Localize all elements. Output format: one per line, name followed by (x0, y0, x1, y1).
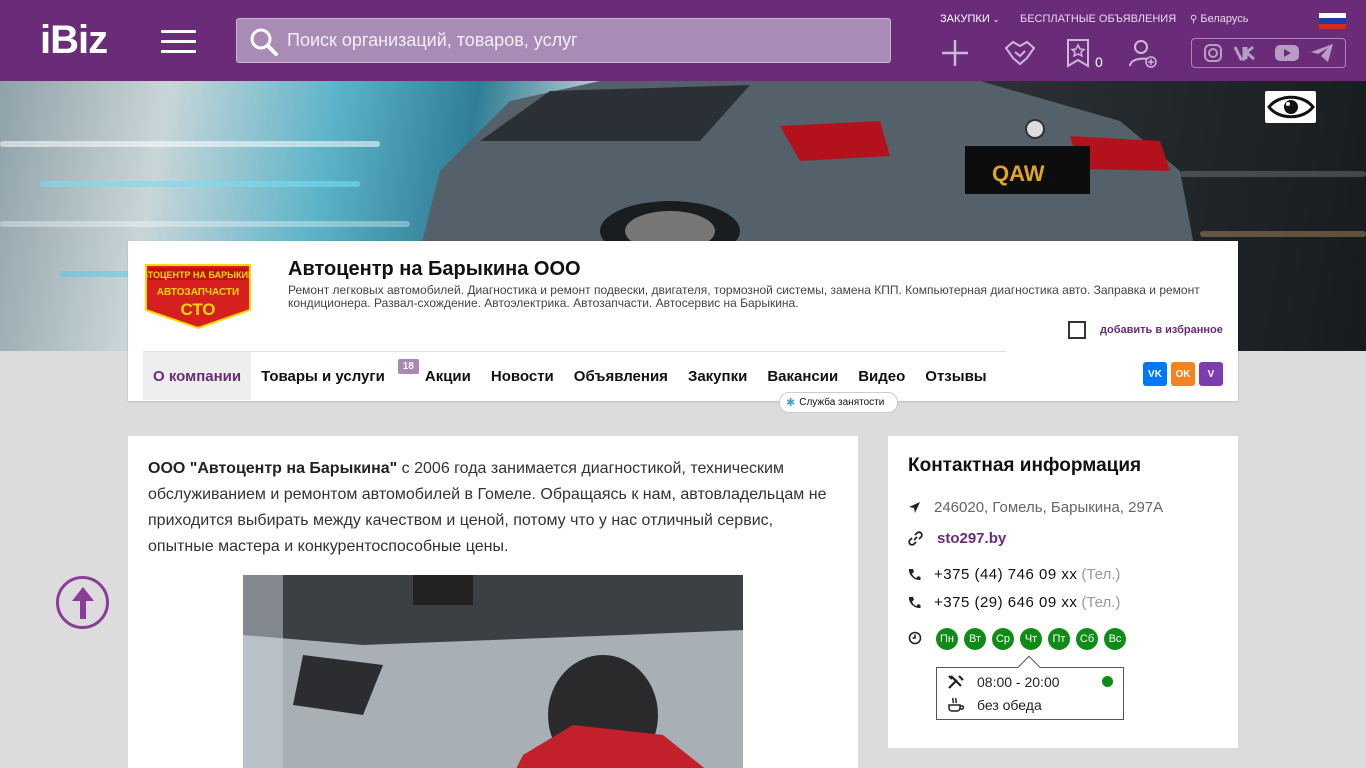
svg-text:АВТОЗАПЧАСТИ: АВТОЗАПЧАСТИ (157, 287, 240, 298)
language-flag-icon[interactable] (1319, 13, 1346, 29)
day-wed[interactable]: Ср (992, 628, 1014, 650)
lunch-info: без обеда (977, 697, 1042, 713)
arrow-up-icon (71, 586, 94, 619)
social-links (1191, 38, 1346, 68)
favorites-count: 0 (1095, 54, 1103, 70)
phone-icon (908, 569, 921, 581)
company-card: АВТОЦЕНТР НА БАРЫКИНА АВТОЗАПЧАСТИ СТО А… (128, 241, 1238, 401)
contact-phone-1[interactable]: +375 (44) 746 09 xx (Тел.) (908, 566, 1120, 583)
contact-phone-2[interactable]: +375 (29) 646 09 xx (Тел.) (908, 594, 1120, 611)
search-box[interactable] (236, 18, 891, 63)
favorite-label: добавить в избранное (1100, 324, 1223, 336)
vk-icon[interactable] (1233, 44, 1263, 62)
search-icon (250, 28, 278, 56)
contact-title: Контактная информация (908, 455, 1142, 476)
car-image: QAW (420, 81, 1195, 251)
day-sun[interactable]: Вс (1104, 628, 1126, 650)
about-text: ООО "Автоцентр на Барыкина" с 2006 года … (148, 460, 827, 555)
tab-purchases[interactable]: Закупки (678, 352, 757, 400)
svg-text:АВТОЦЕНТР НА БАРЫКИНА: АВТОЦЕНТР НА БАРЫКИНА (145, 270, 251, 280)
about-company-name: ООО "Автоцентр на Барыкина" (148, 460, 398, 477)
region-selector[interactable]: ⚲ Беларусь (1190, 13, 1249, 25)
work-days: Пн Вт Ср Чт Пт Сб Вс (936, 628, 1126, 650)
company-description: Ремонт легковых автомобилей. Диагностика… (288, 283, 1200, 310)
add-icon[interactable] (940, 38, 970, 68)
chevron-down-icon: ⌄ (992, 15, 1000, 24)
instagram-icon[interactable] (1203, 43, 1223, 63)
favorite-checkbox[interactable] (1068, 321, 1086, 339)
tab-promotions[interactable]: Акции (415, 352, 481, 400)
site-logo[interactable]: iBiz (40, 20, 108, 60)
working-hours-popup: 08:00 - 20:00 без обеда (936, 655, 1124, 720)
tab-ads[interactable]: Объявления (564, 352, 678, 400)
tab-reviews[interactable]: Отзывы (915, 352, 996, 400)
clock-icon (908, 631, 922, 645)
user-add-icon[interactable] (1128, 38, 1158, 68)
contact-address: 246020, Гомель, Барыкина, 297А (908, 499, 1163, 516)
day-fri[interactable]: Пт (1048, 628, 1070, 650)
coffee-icon (948, 697, 965, 712)
share-buttons: VK OK V (1143, 362, 1223, 386)
tab-news[interactable]: Новости (481, 352, 564, 400)
add-to-favorites[interactable]: добавить в избранное (1068, 321, 1223, 339)
open-status-dot (1102, 676, 1113, 687)
svg-text:СТО: СТО (180, 300, 215, 319)
workshop-photo (243, 575, 743, 768)
about-section: ООО "Автоцентр на Барыкина" с 2006 года … (128, 436, 858, 768)
visually-impaired-button[interactable] (1265, 91, 1316, 123)
vk-share-button[interactable]: VK (1143, 362, 1167, 386)
viber-share-button[interactable]: V (1199, 362, 1223, 386)
eye-icon (1266, 95, 1315, 119)
sparkle-icon: ✱ (786, 397, 796, 409)
tools-icon (948, 675, 964, 689)
company-title: Автоцентр на Барыкина ООО (288, 258, 581, 280)
scroll-up-button[interactable] (56, 576, 109, 629)
working-hours: 08:00 - 20:00 (977, 674, 1060, 690)
day-tue[interactable]: Вт (964, 628, 986, 650)
favorites-icon[interactable] (1066, 38, 1090, 68)
search-input[interactable] (287, 19, 882, 62)
ok-share-button[interactable]: OK (1171, 362, 1195, 386)
purchases-menu[interactable]: ЗАКУПКИ ⌄ (940, 13, 1000, 25)
employment-service-link[interactable]: ✱ Служба занятости (779, 392, 898, 413)
telegram-icon[interactable] (1310, 43, 1334, 63)
youtube-icon[interactable] (1274, 43, 1300, 63)
day-mon[interactable]: Пн (936, 628, 958, 650)
tab-goods-services[interactable]: Товары и услуги 18 (251, 352, 419, 400)
contact-website[interactable]: sto297.by (908, 530, 1006, 547)
free-ads-link[interactable]: БЕСПЛАТНЫЕ ОБЪЯВЛЕНИЯ (1020, 13, 1176, 25)
link-icon (908, 531, 923, 546)
top-bar: iBiz ЗАКУПКИ ⌄ БЕСПЛАТНЫЕ ОБЪЯВЛЕНИЯ ⚲ Б… (0, 0, 1366, 81)
menu-icon[interactable] (161, 30, 196, 54)
contact-panel: Контактная информация 246020, Гомель, Ба… (888, 436, 1238, 748)
banner-plate-text: QAW (992, 161, 1045, 186)
handshake-icon[interactable] (1004, 38, 1036, 68)
navigation-arrow-icon (909, 502, 920, 513)
phone-icon (908, 597, 921, 609)
day-thu[interactable]: Чт (1020, 628, 1042, 650)
company-logo: АВТОЦЕНТР НА БАРЫКИНА АВТОЗАПЧАСТИ СТО (145, 264, 251, 330)
tab-about[interactable]: О компании (143, 352, 252, 400)
location-pin-icon: ⚲ (1190, 14, 1198, 25)
day-sat[interactable]: Сб (1076, 628, 1098, 650)
